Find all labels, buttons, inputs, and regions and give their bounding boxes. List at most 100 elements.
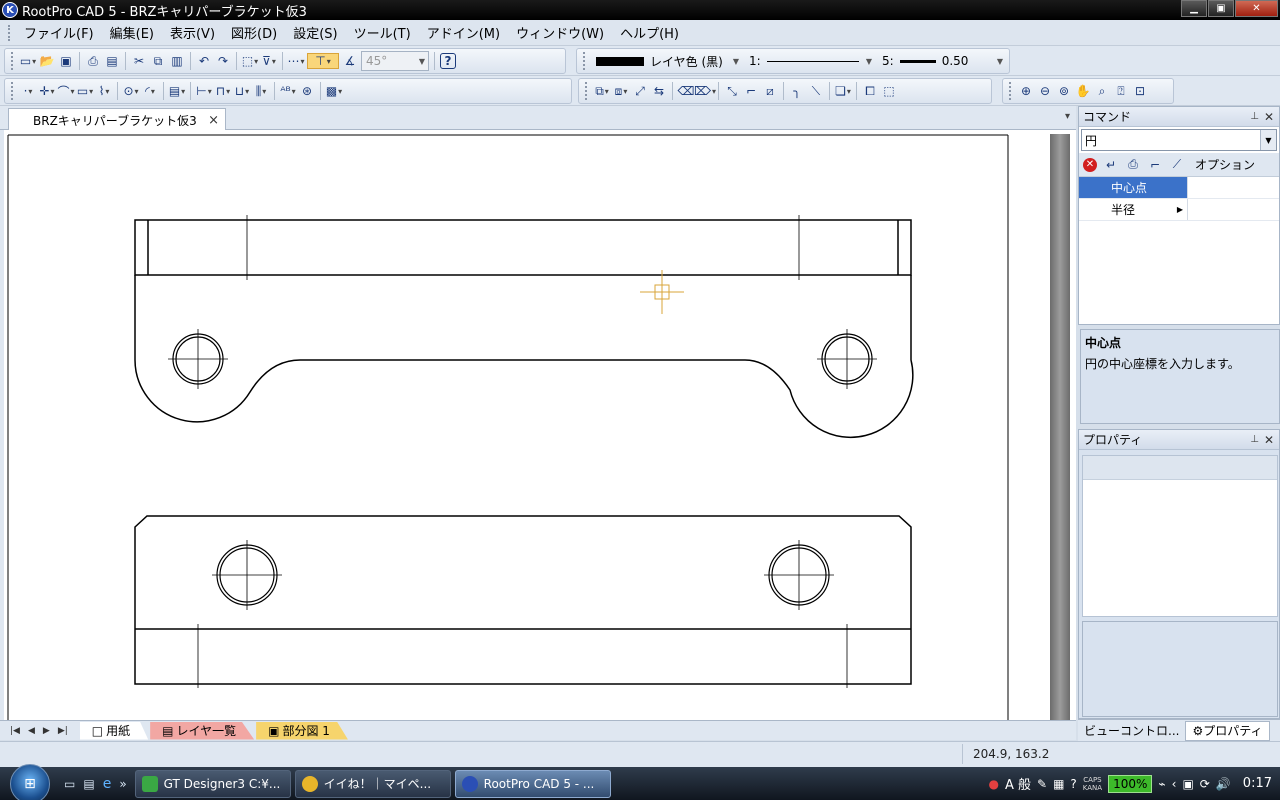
mirror-icon[interactable]: ⇆: [651, 83, 667, 99]
arc-icon[interactable]: ◜: [142, 83, 158, 99]
line-type-combo[interactable]: 1: ▼: [745, 51, 875, 71]
dimension-horizontal-icon[interactable]: ⊓: [215, 83, 231, 99]
document-tab[interactable]: BRZキャリパーブラケット仮3 ×: [8, 108, 226, 131]
print-preview-icon[interactable]: ▤: [104, 53, 120, 69]
duplicate-icon[interactable]: ⧈: [613, 83, 629, 99]
ime-dictionary-icon[interactable]: ▦: [1053, 777, 1064, 791]
layer-color-combo[interactable]: レイヤ色 (黒) ▼: [592, 51, 742, 71]
pan-hand-icon[interactable]: ✋: [1075, 83, 1091, 99]
menu-view[interactable]: 表示(V): [162, 21, 223, 44]
print-icon[interactable]: ⎙: [1125, 157, 1141, 173]
dimension-icon[interactable]: ⊢: [196, 83, 212, 99]
sync-icon[interactable]: ⟳: [1200, 777, 1210, 791]
start-button[interactable]: ⊞: [10, 763, 50, 800]
hatch-icon[interactable]: ▩: [326, 83, 342, 99]
zoom-all-icon[interactable]: ⊡: [1132, 83, 1148, 99]
drawing-svg[interactable]: [4, 130, 1076, 720]
menu-addin[interactable]: アドイン(M): [419, 21, 508, 44]
annotation-icon[interactable]: ᴬᴮ: [280, 83, 296, 99]
fillet-icon[interactable]: ╮: [789, 83, 805, 99]
cancel-command-icon[interactable]: ✕: [1083, 157, 1097, 172]
zoom-previous-icon[interactable]: ⍰: [1113, 83, 1129, 99]
close-button[interactable]: ✕: [1235, 0, 1278, 17]
task-rootpro-cad[interactable]: RootPro CAD 5 - ...: [454, 769, 611, 798]
ime-mode[interactable]: A 般: [1005, 774, 1031, 793]
print-icon[interactable]: ⎙: [85, 53, 101, 69]
first-sheet-icon[interactable]: |◀: [10, 726, 20, 736]
sheet-tab-layer-list[interactable]: ▤ レイヤ一覧: [150, 721, 255, 740]
menu-edit[interactable]: 編集(E): [102, 21, 162, 44]
toolbar-grip[interactable]: [583, 52, 586, 70]
erase-icon[interactable]: ⌫: [678, 83, 695, 99]
undo-icon[interactable]: ↶: [196, 53, 212, 69]
close-tab-icon[interactable]: ×: [208, 113, 219, 128]
redo-icon[interactable]: ↷: [215, 53, 231, 69]
menu-settings[interactable]: 設定(S): [285, 21, 345, 44]
param-value[interactable]: [1187, 199, 1279, 220]
next-sheet-icon[interactable]: ▶: [43, 726, 50, 736]
menubar-grip[interactable]: [8, 24, 12, 41]
select-icon[interactable]: ⬚: [242, 53, 258, 69]
save-icon[interactable]: ▣: [58, 53, 74, 69]
point-icon[interactable]: ·: [20, 83, 36, 99]
param-row-radius[interactable]: 半径 ▶: [1079, 199, 1279, 221]
toolbar-grip[interactable]: [1009, 82, 1012, 100]
drawing-canvas[interactable]: [0, 130, 1076, 720]
move-icon[interactable]: ✛: [39, 83, 55, 99]
zoom-in-icon[interactable]: ⊕: [1018, 83, 1034, 99]
erase-options-icon[interactable]: ⌦: [694, 83, 713, 99]
circle-icon[interactable]: ⊙: [123, 83, 139, 99]
quick-launch-more-icon[interactable]: »: [119, 777, 126, 791]
clock[interactable]: 0:17: [1243, 776, 1272, 791]
tab-list-dropdown-icon[interactable]: ▾: [1065, 111, 1070, 122]
ime-tools-icon[interactable]: ✎: [1037, 777, 1047, 791]
window-switch-icon[interactable]: ▤: [83, 777, 94, 791]
chamfer-icon[interactable]: ⟍: [808, 83, 824, 99]
open-folder-icon[interactable]: 📂: [39, 53, 55, 69]
toolbar-grip[interactable]: [11, 52, 14, 70]
angle-icon[interactable]: ∡: [342, 53, 358, 69]
show-desktop-icon[interactable]: ▭: [64, 777, 75, 791]
chevron-down-icon[interactable]: ▼: [1260, 130, 1276, 150]
group-icon[interactable]: ❏: [835, 83, 851, 99]
properties-list[interactable]: [1082, 455, 1278, 617]
options-button[interactable]: オプション: [1195, 156, 1255, 173]
grid-icon[interactable]: ⋯: [288, 53, 304, 69]
close-panel-icon[interactable]: ✕: [1264, 433, 1274, 447]
cut-icon[interactable]: ✂: [131, 53, 147, 69]
network-icon[interactable]: ▣: [1182, 777, 1193, 791]
new-file-icon[interactable]: ▭: [20, 53, 36, 69]
filter-icon[interactable]: ⊽: [261, 53, 277, 69]
tab-properties[interactable]: ⚙ プロパティ: [1185, 720, 1270, 741]
snap-point-icon[interactable]: ⌐: [1147, 157, 1163, 173]
help-icon[interactable]: ?: [440, 53, 456, 69]
pin-icon[interactable]: ⊥: [1250, 434, 1259, 445]
select-all-icon[interactable]: ⬚: [881, 83, 897, 99]
last-sheet-icon[interactable]: ▶|: [58, 726, 68, 736]
zoom-out-icon[interactable]: ⊖: [1037, 83, 1053, 99]
polyline-icon[interactable]: ⌒: [57, 83, 74, 99]
toolbar-grip[interactable]: [585, 82, 588, 100]
enter-icon[interactable]: ↵: [1103, 157, 1119, 173]
line-tool-icon[interactable]: ⟋: [1169, 157, 1185, 173]
app-icon[interactable]: K: [2, 2, 18, 18]
layer-icon[interactable]: ⧠: [862, 83, 878, 99]
tray-expand-icon[interactable]: ‹: [1172, 777, 1177, 791]
sheet-tab-partial-view[interactable]: ▣ 部分図 1: [256, 721, 348, 740]
spline-icon[interactable]: ⌇: [96, 83, 112, 99]
copy-icon[interactable]: ⧉: [150, 53, 166, 69]
param-value[interactable]: [1187, 177, 1279, 198]
command-select[interactable]: 円 ▼: [1081, 129, 1277, 151]
volume-icon[interactable]: 🔊: [1216, 777, 1231, 791]
dimension-vertical-icon[interactable]: ⊔: [234, 83, 250, 99]
param-row-center[interactable]: 中心点: [1079, 177, 1279, 199]
ime-help-icon[interactable]: ?: [1070, 777, 1076, 791]
toolbar-grip[interactable]: [11, 82, 14, 100]
close-panel-icon[interactable]: ✕: [1264, 110, 1274, 124]
menu-help[interactable]: ヘルプ(H): [612, 21, 687, 44]
internet-explorer-icon[interactable]: e: [103, 776, 112, 792]
extend-icon[interactable]: ⧄: [762, 83, 778, 99]
dimension-series-icon[interactable]: ⫼: [253, 83, 269, 99]
text-icon[interactable]: ▤: [169, 83, 185, 99]
battery-percent[interactable]: 100%: [1108, 774, 1153, 793]
